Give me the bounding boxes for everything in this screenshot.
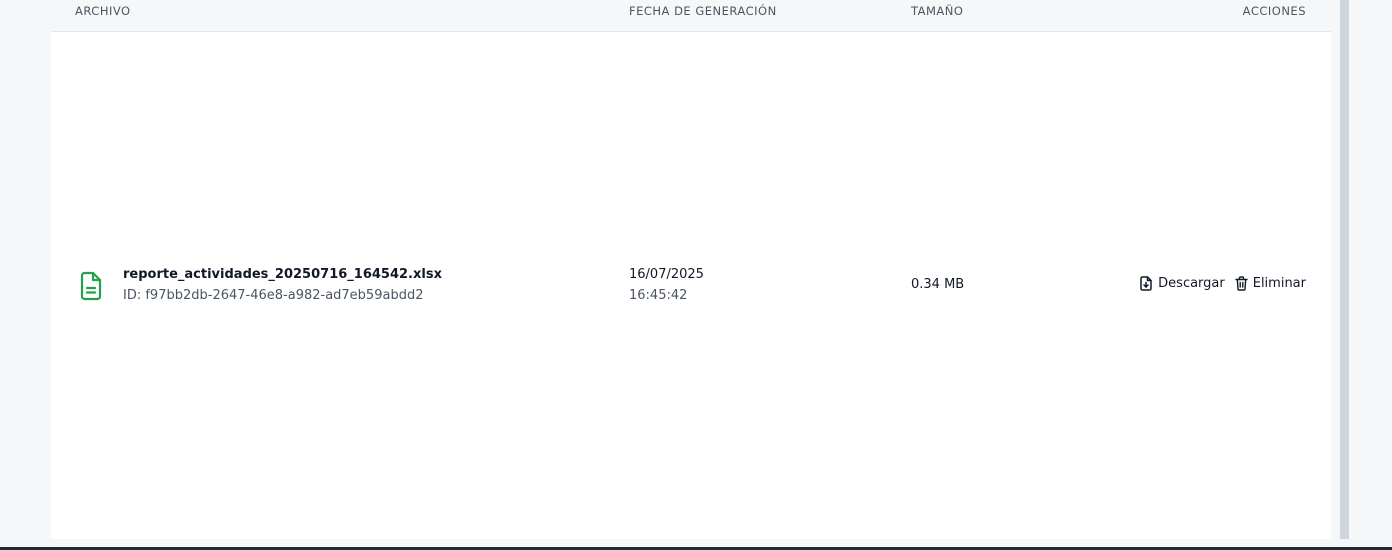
delete-label: Eliminar bbox=[1252, 276, 1306, 291]
delete-button[interactable]: Eliminar bbox=[1235, 276, 1306, 291]
reports-table: ARCHIVO FECHA DE GENERACIÓN TAMAÑO ACCIO… bbox=[51, 0, 1331, 539]
table-header: ARCHIVO FECHA DE GENERACIÓN TAMAÑO ACCIO… bbox=[51, 0, 1331, 32]
trash-icon bbox=[1235, 276, 1248, 291]
file-spreadsheet-icon bbox=[79, 271, 103, 301]
scrollbar[interactable] bbox=[1340, 0, 1349, 539]
column-header-archivo: ARCHIVO bbox=[75, 4, 131, 18]
row-actions: Descargar Eliminar bbox=[1139, 276, 1306, 291]
generation-date: 16/07/2025 bbox=[629, 267, 704, 282]
column-header-acciones: ACCIONES bbox=[1242, 4, 1306, 18]
table-row: reporte_actividades_20250716_164542.xlsx… bbox=[51, 32, 1331, 539]
column-header-fecha: FECHA DE GENERACIÓN bbox=[629, 4, 777, 18]
download-label: Descargar bbox=[1158, 276, 1225, 291]
file-size: 0.34 MB bbox=[911, 277, 965, 292]
file-download-icon bbox=[1139, 276, 1153, 291]
file-id: ID: f97bb2db-2647-46e8-a982-ad7eb59abdd2 bbox=[123, 288, 424, 303]
generation-time: 16:45:42 bbox=[629, 288, 688, 303]
column-header-tamano: TAMAÑO bbox=[911, 4, 964, 18]
download-button[interactable]: Descargar bbox=[1139, 276, 1225, 291]
page: ARCHIVO FECHA DE GENERACIÓN TAMAÑO ACCIO… bbox=[0, 0, 1392, 550]
file-name: reporte_actividades_20250716_164542.xlsx bbox=[123, 267, 442, 282]
